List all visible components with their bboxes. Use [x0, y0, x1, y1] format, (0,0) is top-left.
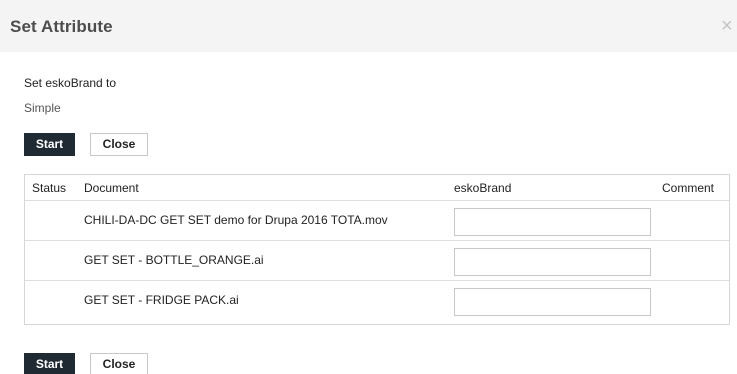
close-icon[interactable]: × — [721, 16, 733, 36]
attribute-value: Simple — [24, 101, 61, 115]
document-name: GET SET - BOTTLE_ORANGE.ai — [84, 253, 264, 267]
dialog-header: Set Attribute × — [0, 0, 737, 52]
table-row: GET SET - BOTTLE_ORANGE.ai — [25, 240, 729, 280]
column-header-status: Status — [32, 181, 67, 195]
eskobrand-input[interactable] — [454, 288, 651, 316]
start-button-bottom[interactable]: Start — [24, 353, 75, 374]
close-button-bottom[interactable]: Close — [90, 353, 148, 374]
documents-table: Status Document eskoBrand Comment CHILI-… — [24, 174, 730, 325]
column-header-document: Document — [84, 181, 139, 195]
column-header-comment: Comment — [662, 181, 715, 195]
eskobrand-input[interactable] — [454, 248, 651, 276]
document-name: CHILI-DA-DC GET SET demo for Drupa 2016 … — [84, 213, 388, 227]
dialog-title: Set Attribute — [10, 17, 113, 36]
column-header-eskobrand: eskoBrand — [454, 181, 512, 195]
set-attribute-dialog: Set Attribute × Set eskoBrand to Simple … — [0, 0, 737, 374]
document-name: GET SET - FRIDGE PACK.ai — [84, 293, 239, 307]
table-row: GET SET - FRIDGE PACK.ai — [25, 280, 729, 320]
start-button-top[interactable]: Start — [24, 133, 75, 156]
set-attribute-label: Set eskoBrand to — [24, 76, 117, 90]
eskobrand-input[interactable] — [454, 208, 651, 236]
close-button-top[interactable]: Close — [90, 133, 148, 156]
table-row: CHILI-DA-DC GET SET demo for Drupa 2016 … — [25, 200, 729, 240]
